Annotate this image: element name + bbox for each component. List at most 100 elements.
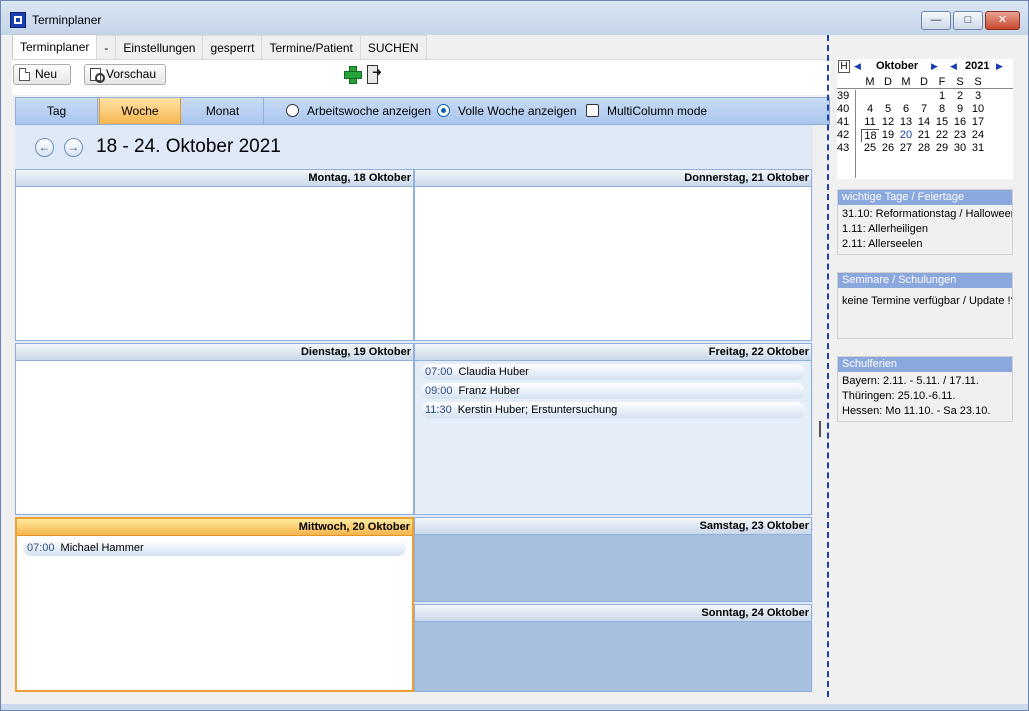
mini-day[interactable]: 25 bbox=[861, 142, 879, 154]
mini-day[interactable]: 10 bbox=[969, 103, 987, 115]
day-wednesday[interactable]: Mittwoch, 20 Oktober 07:00 Michael Hammer bbox=[15, 517, 414, 692]
panel-school-holidays: Schulferien Bayern: 2.11. - 5.11. / 17.1… bbox=[837, 356, 1013, 422]
tab-terminplaner[interactable]: Terminplaner bbox=[12, 34, 98, 60]
close-button[interactable]: ✕ bbox=[985, 11, 1020, 30]
mini-day[interactable]: 20 bbox=[897, 129, 915, 141]
mini-day[interactable]: 21 bbox=[915, 129, 933, 141]
appointment-title: Michael Hammer bbox=[60, 542, 144, 554]
appointment-time: 11:30 bbox=[425, 404, 452, 416]
today-h-button[interactable]: H bbox=[838, 60, 850, 73]
add-icon[interactable] bbox=[343, 65, 362, 84]
minimize-button[interactable]: — bbox=[921, 11, 951, 30]
mini-day[interactable]: 29 bbox=[933, 142, 951, 154]
mini-day[interactable]: 18 bbox=[861, 129, 879, 142]
day-monday[interactable]: Montag, 18 Oktober bbox=[15, 169, 414, 341]
tab-suchen[interactable]: SUCHEN bbox=[359, 35, 427, 59]
school-holiday-line: Hessen: Mo 11.10. - Sa 23.10. bbox=[842, 405, 991, 417]
next-week-icon[interactable]: → bbox=[64, 138, 83, 157]
splitter-grip[interactable] bbox=[819, 421, 821, 437]
window-title: Terminplaner bbox=[32, 13, 102, 27]
workweek-radio[interactable] bbox=[286, 104, 299, 117]
mini-day[interactable]: 1 bbox=[933, 90, 951, 102]
tab-dash[interactable]: - bbox=[96, 35, 117, 59]
mini-day[interactable]: 31 bbox=[969, 142, 987, 154]
seminar-line: keine Termine verfügbar / Update !? bbox=[842, 295, 1012, 307]
option-full-week[interactable]: Volle Woche anzeigen bbox=[437, 104, 577, 118]
option-workweek[interactable]: Arbeitswoche anzeigen bbox=[286, 104, 431, 118]
mini-day[interactable]: 27 bbox=[897, 142, 915, 154]
appointment[interactable]: 09:00 Franz Huber bbox=[421, 383, 805, 399]
mini-day[interactable]: 12 bbox=[879, 116, 897, 128]
panel-holidays-body: 31.10: Reformationstag / Halloween 1.11:… bbox=[838, 205, 1012, 254]
prev-month-icon[interactable]: ◀ bbox=[854, 61, 861, 72]
tab-gesperrt[interactable]: gesperrt bbox=[202, 35, 263, 59]
view-day-button[interactable]: Tag bbox=[16, 98, 98, 124]
panel-holidays-title: wichtige Tage / Feiertage bbox=[838, 190, 1012, 205]
day-tuesday[interactable]: Dienstag, 19 Oktober bbox=[15, 343, 414, 515]
calendar-nav: ← → 18 - 24. Oktober 2021 bbox=[15, 125, 830, 169]
mini-day[interactable]: 5 bbox=[879, 103, 897, 115]
week-number: 42 bbox=[837, 129, 850, 141]
appointment[interactable]: 07:00 Claudia Huber bbox=[421, 364, 805, 380]
weekday-header: S bbox=[974, 76, 982, 88]
mini-day[interactable]: 23 bbox=[951, 129, 969, 141]
preview-button[interactable]: Vorschau bbox=[84, 64, 166, 85]
maximize-button[interactable]: □ bbox=[953, 11, 983, 30]
mini-day[interactable]: 4 bbox=[861, 103, 879, 115]
multicolumn-checkbox[interactable] bbox=[586, 104, 599, 117]
tab-einstellungen[interactable]: Einstellungen bbox=[115, 35, 204, 59]
prev-week-icon[interactable]: ← bbox=[35, 138, 54, 157]
mini-day[interactable]: 8 bbox=[933, 103, 951, 115]
mini-day[interactable]: 28 bbox=[915, 142, 933, 154]
appointment[interactable]: 07:00 Michael Hammer bbox=[23, 540, 406, 556]
new-button[interactable]: Neu bbox=[13, 64, 71, 85]
week-number: 41 bbox=[837, 116, 850, 128]
week-number: 39 bbox=[837, 90, 850, 102]
mini-day[interactable]: 13 bbox=[897, 116, 915, 128]
weekday-header: S bbox=[956, 76, 964, 88]
mini-day[interactable]: 3 bbox=[969, 90, 987, 102]
panel-splitter[interactable] bbox=[827, 35, 829, 697]
tab-termine-patient[interactable]: Termine/Patient bbox=[261, 35, 361, 59]
weekday-header: M bbox=[865, 76, 875, 88]
mini-weekday-headers: M D M D F S S bbox=[837, 76, 1013, 89]
day-header-thursday: Donnerstag, 21 Oktober bbox=[415, 170, 811, 187]
mini-day[interactable]: 30 bbox=[951, 142, 969, 154]
school-holiday-line: Bayern: 2.11. - 5.11. / 17.11. bbox=[842, 375, 979, 387]
day-thursday[interactable]: Donnerstag, 21 Oktober bbox=[414, 169, 812, 341]
view-week-button[interactable]: Woche bbox=[99, 98, 181, 124]
mini-day[interactable]: 26 bbox=[879, 142, 897, 154]
mini-day[interactable]: 19 bbox=[879, 129, 897, 141]
mini-day[interactable]: 2 bbox=[951, 90, 969, 102]
mini-day[interactable]: 24 bbox=[969, 129, 987, 141]
next-month-icon[interactable]: ▶ bbox=[931, 61, 938, 72]
option-multicolumn[interactable]: MultiColumn mode bbox=[586, 104, 707, 118]
panel-seminars-title: Seminare / Schulungen bbox=[838, 273, 1012, 288]
mini-day[interactable]: 15 bbox=[933, 116, 951, 128]
week-number: 43 bbox=[837, 142, 850, 154]
mini-day[interactable]: 7 bbox=[915, 103, 933, 115]
mini-day[interactable]: 11 bbox=[861, 116, 879, 128]
toolbar: Neu Vorschau bbox=[12, 59, 830, 95]
prev-year-icon[interactable]: ◀ bbox=[950, 61, 957, 72]
exit-door-icon[interactable] bbox=[365, 64, 383, 84]
view-month-button[interactable]: Monat bbox=[182, 98, 264, 124]
mini-day[interactable]: 6 bbox=[897, 103, 915, 115]
day-header-saturday: Samstag, 23 Oktober bbox=[415, 518, 811, 535]
mini-day[interactable]: 9 bbox=[951, 103, 969, 115]
mini-day[interactable]: 17 bbox=[969, 116, 987, 128]
day-saturday[interactable]: Samstag, 23 Oktober bbox=[414, 517, 812, 602]
panel-school-holidays-body: Bayern: 2.11. - 5.11. / 17.11. Thüringen… bbox=[838, 372, 1012, 421]
day-friday[interactable]: Freitag, 22 Oktober 07:00 Claudia Huber 0… bbox=[414, 343, 812, 515]
day-sunday[interactable]: Sonntag, 24 Oktober bbox=[414, 604, 812, 692]
mini-day[interactable]: 22 bbox=[933, 129, 951, 141]
appointment-time: 09:00 bbox=[425, 385, 453, 397]
mini-calendar: H ◀ Oktober ▶ ◀ 2021 ▶ M D M D F S S 39 1… bbox=[837, 59, 1013, 179]
next-year-icon[interactable]: ▶ bbox=[996, 61, 1003, 72]
mini-day[interactable]: 16 bbox=[951, 116, 969, 128]
appointment[interactable]: 11:30 Kerstin Huber; Erstuntersuchung bbox=[421, 402, 805, 418]
week-calendar: ← → 18 - 24. Oktober 2021 Montag, 18 Okt… bbox=[15, 125, 813, 692]
week-number: 40 bbox=[837, 103, 850, 115]
full-week-radio[interactable] bbox=[437, 104, 450, 117]
mini-day[interactable]: 14 bbox=[915, 116, 933, 128]
